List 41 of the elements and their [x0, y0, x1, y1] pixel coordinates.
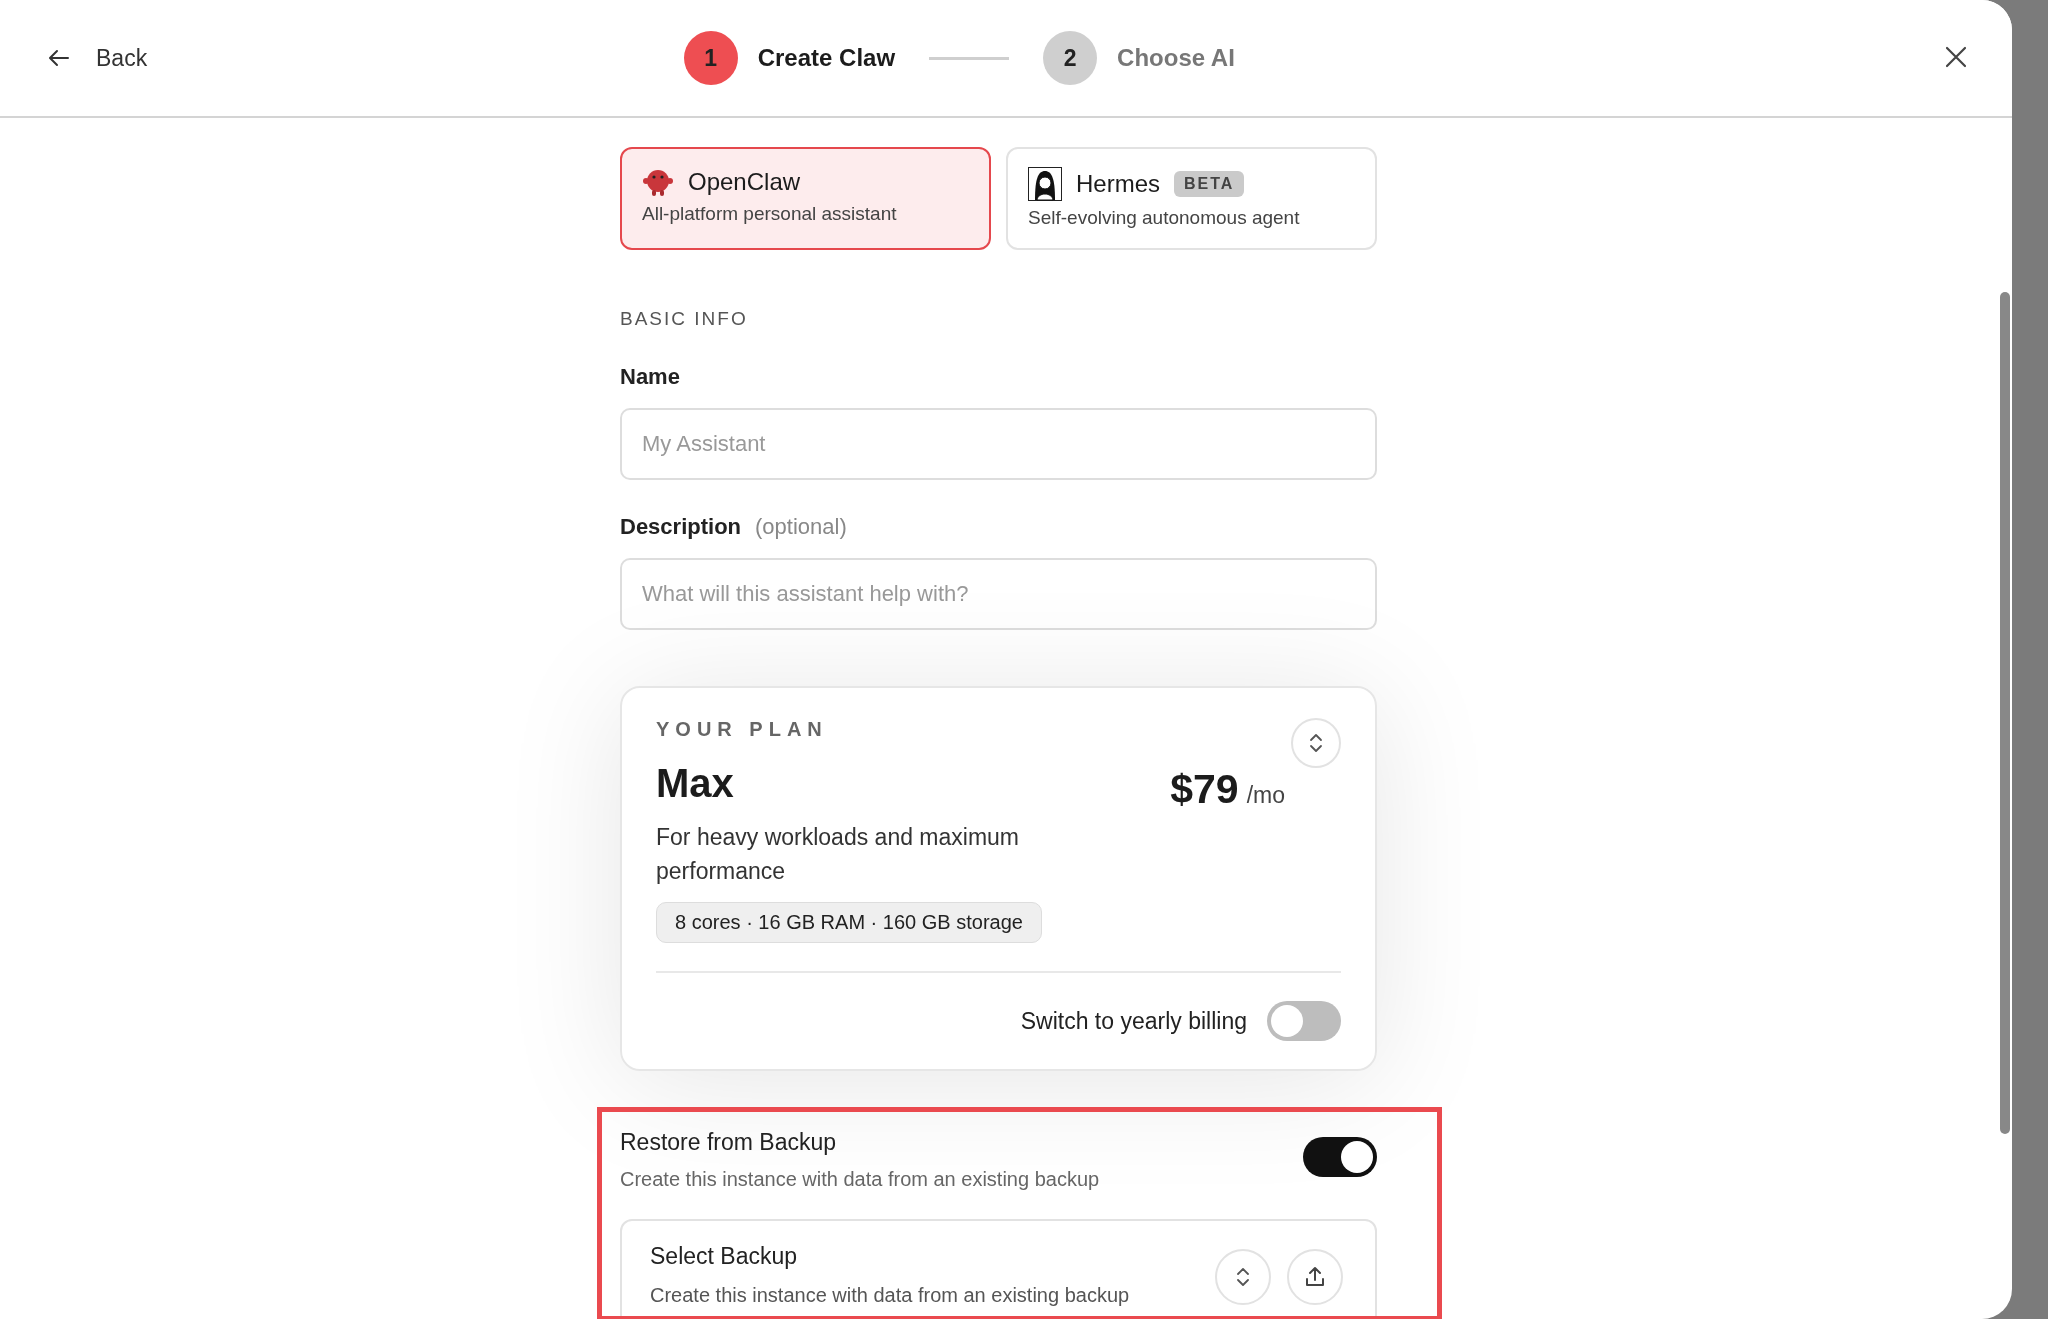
step-label: Create Claw	[757, 44, 896, 72]
upload-icon	[1303, 1265, 1327, 1289]
back-button[interactable]: Back	[44, 40, 152, 76]
creature-icon	[642, 167, 674, 197]
step-number: 2	[1043, 31, 1098, 85]
option-name: OpenClaw	[688, 168, 801, 196]
section-heading: BASIC INFO	[620, 308, 749, 330]
plan-price: $79	[1170, 766, 1239, 813]
chevron-updown-icon	[1235, 1266, 1251, 1288]
restore-description: Create this instance with data from an existing backup	[620, 1168, 1100, 1191]
beta-badge: BETA	[1174, 171, 1245, 197]
toggle-switch[interactable]	[1267, 1001, 1341, 1041]
optional-hint: (optional)	[755, 514, 847, 540]
option-name: Hermes	[1076, 170, 1160, 198]
field-label: Description	[620, 514, 742, 540]
select-description: Create this instance with data from an existing backup	[650, 1284, 1131, 1307]
option-description: All-platform personal assistant	[642, 203, 898, 225]
step-label: Choose AI	[1117, 44, 1235, 72]
toggle-switch[interactable]	[1303, 1137, 1377, 1177]
instance-option-card[interactable]: OpenClaw All-platform personal assistant	[620, 147, 991, 250]
field-label: Name	[620, 364, 680, 390]
instance-option-card[interactable]: Hermes BETA Self-evolving autonomous agent	[1006, 147, 1377, 250]
back-arrow-icon	[48, 49, 70, 67]
upload-button[interactable]	[1287, 1249, 1343, 1305]
plan-description: For heavy workloads and maximum performance	[656, 823, 1021, 886]
backup-selector-button[interactable]	[1215, 1249, 1271, 1305]
step-number: 1	[683, 31, 738, 85]
plan-heading: YOUR PLAN	[656, 718, 829, 741]
plan-selector-button[interactable]	[1291, 718, 1341, 768]
chevron-updown-icon	[1308, 732, 1324, 754]
price-period: /mo	[1246, 782, 1285, 809]
toggle-label: Switch to yearly billing	[1020, 1007, 1247, 1035]
specs-chip: 8 cores · 16 GB RAM · 160 GB storage	[656, 902, 1042, 943]
text-input[interactable]: What will this assistant help with?	[620, 558, 1377, 630]
option-description: Self-evolving autonomous agent	[1028, 207, 1301, 229]
select-title: Select Backup	[650, 1243, 799, 1270]
text-input[interactable]: My Assistant	[620, 408, 1377, 480]
plan-name: Max	[656, 761, 735, 806]
scrollbar[interactable]	[2000, 292, 2010, 1134]
person-icon	[1028, 167, 1062, 201]
restore-title: Restore from Backup	[620, 1129, 838, 1156]
